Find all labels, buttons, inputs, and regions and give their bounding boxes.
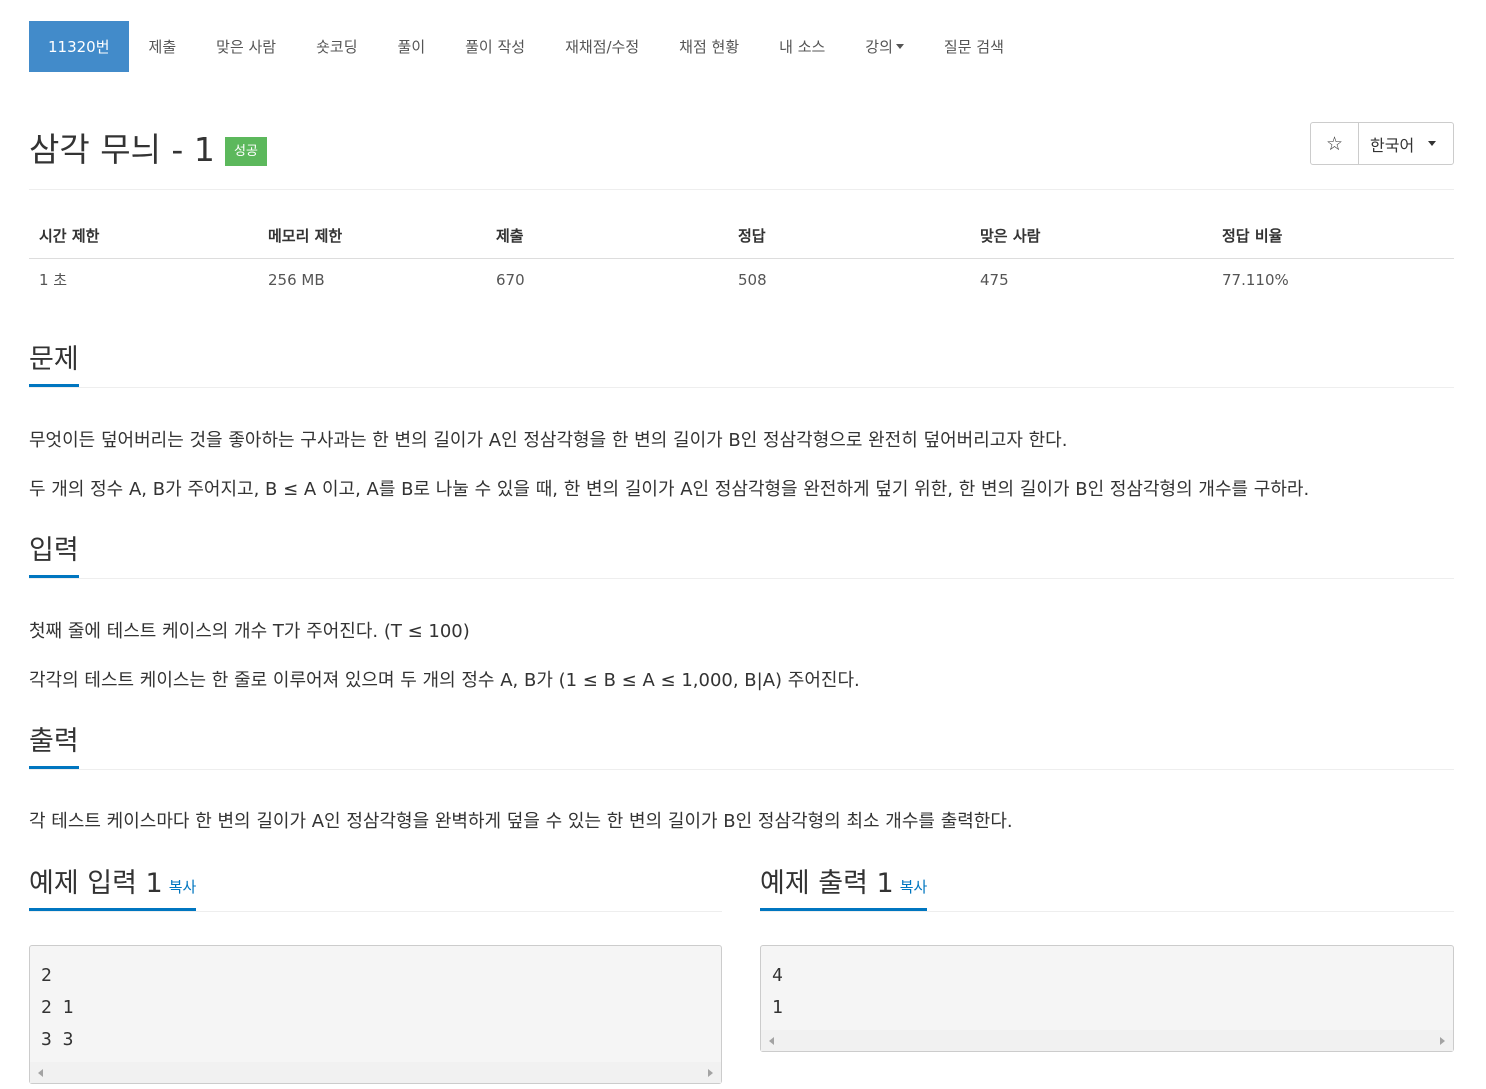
sample-output-title-text: 예제 출력 1	[760, 868, 894, 899]
problem-page: 11320번 제출 맞은 사람 숏코딩 풀이 풀이 작성 재채점/수정 채점 현…	[0, 0, 1486, 1089]
description-paragraph: 두 개의 정수 A, B가 주어지고, B ≤ A 이고, A를 B로 나눌 수…	[29, 479, 1310, 500]
nav-tab-submit[interactable]: 제출	[129, 21, 197, 72]
nav-tab-solutions[interactable]: 풀이	[378, 21, 446, 72]
sample-line: 2	[41, 965, 52, 986]
favorite-button[interactable]: ☆	[1311, 123, 1359, 164]
nav-tab-my-source[interactable]: 내 소스	[759, 21, 845, 72]
language-label: 한국어	[1370, 135, 1415, 155]
sample-line: 1	[772, 997, 783, 1018]
time-limit-value: 1 초	[39, 271, 68, 290]
accept-ratio-value: 77.110%	[1222, 270, 1289, 289]
sample-output-header: 예제 출력 1 복사	[760, 867, 1454, 912]
input-section-header: 입력	[29, 534, 1454, 579]
sample-input-box[interactable]: 2 2 1 3 3	[29, 945, 722, 1084]
sample-line: 4	[772, 965, 783, 986]
chevron-down-icon	[1428, 141, 1437, 146]
description-paragraph: 무엇이든 덮어버리는 것을 좋아하는 구사과는 한 변의 길이가 A인 정삼각형…	[29, 430, 1068, 451]
sample-input-header: 예제 입력 1 복사	[29, 867, 722, 912]
problem-info-table: 시간 제한 메모리 제한 제출 정답 맞은 사람 정답 비율 1 초 256 M…	[29, 213, 1454, 301]
sample-line: 2 1	[41, 997, 74, 1018]
status-badge: 성공	[225, 137, 267, 166]
header-button-group: ☆ 한국어	[1310, 122, 1454, 165]
star-icon: ☆	[1325, 132, 1344, 155]
accepted-users-value: 475	[980, 270, 1009, 289]
problem-nav: 11320번 제출 맞은 사람 숏코딩 풀이 풀이 작성 재채점/수정 채점 현…	[29, 21, 1024, 72]
copy-sample-input-button[interactable]: 복사	[169, 878, 197, 896]
sample-output-box[interactable]: 4 1	[760, 945, 1454, 1052]
nav-tab-lectures-label: 강의	[865, 38, 893, 56]
column-header: 정답 비율	[1212, 213, 1454, 259]
nav-tab-question-search[interactable]: 질문 검색	[924, 21, 1024, 72]
nav-tab-rejudge[interactable]: 재채점/수정	[545, 21, 659, 72]
input-paragraph: 첫째 줄에 테스트 케이스의 개수 T가 주어진다. (T ≤ 100)	[29, 621, 470, 642]
language-dropdown[interactable]: 한국어	[1359, 123, 1453, 164]
nav-tab-status[interactable]: 채점 현황	[659, 21, 759, 72]
chevron-down-icon	[895, 44, 904, 49]
input-title: 입력	[29, 534, 79, 578]
description-section-header: 문제	[29, 343, 1454, 388]
nav-tab-problem-number[interactable]: 11320번	[29, 21, 129, 72]
problem-header: 삼각 무늬 - 1 성공 ☆ 한국어	[29, 120, 1454, 190]
scroll-right-icon[interactable]	[708, 1069, 713, 1077]
scroll-left-icon[interactable]	[769, 1037, 774, 1045]
accepted-value: 508	[738, 270, 767, 289]
sample-input-lines: 2 2 1 3 3	[30, 946, 721, 1056]
copy-sample-output-button[interactable]: 복사	[900, 878, 928, 896]
page-title: 삼각 무늬 - 1	[29, 130, 215, 169]
output-section-header: 출력	[29, 725, 1454, 770]
table-header-row: 시간 제한 메모리 제한 제출 정답 맞은 사람 정답 비율	[29, 213, 1454, 259]
memory-limit-value: 256 MB	[268, 270, 325, 289]
submissions-value: 670	[496, 270, 525, 289]
column-header: 정답	[728, 213, 970, 259]
nav-tab-write-solution[interactable]: 풀이 작성	[445, 21, 545, 72]
table-row: 1 초 256 MB 670 508 475 77.110%	[29, 258, 1454, 301]
nav-tab-lectures-dropdown[interactable]: 강의	[845, 21, 924, 72]
nav-tab-short-coding[interactable]: 숏코딩	[296, 21, 377, 72]
sample-input-title: 예제 입력 1 복사	[29, 867, 197, 911]
output-title: 출력	[29, 725, 79, 769]
column-header: 메모리 제한	[258, 213, 486, 259]
sample-line: 3 3	[41, 1029, 74, 1050]
sample-output-title: 예제 출력 1 복사	[760, 867, 928, 911]
nav-tab-accepted-users[interactable]: 맞은 사람	[196, 21, 296, 72]
output-paragraph: 각 테스트 케이스마다 한 변의 길이가 A인 정삼각형을 완벽하게 덮을 수 …	[29, 811, 1013, 832]
column-header: 맞은 사람	[970, 213, 1212, 259]
description-title: 문제	[29, 343, 79, 387]
column-header: 제출	[486, 213, 728, 259]
column-header: 시간 제한	[29, 213, 258, 259]
horizontal-scrollbar[interactable]	[30, 1062, 721, 1083]
scroll-left-icon[interactable]	[38, 1069, 43, 1077]
sample-input-title-text: 예제 입력 1	[29, 868, 163, 899]
input-paragraph: 각각의 테스트 케이스는 한 줄로 이루어져 있으며 두 개의 정수 A, B가…	[29, 670, 860, 691]
scroll-right-icon[interactable]	[1440, 1037, 1445, 1045]
horizontal-scrollbar[interactable]	[761, 1030, 1453, 1051]
sample-output-lines: 4 1	[761, 946, 1453, 1024]
